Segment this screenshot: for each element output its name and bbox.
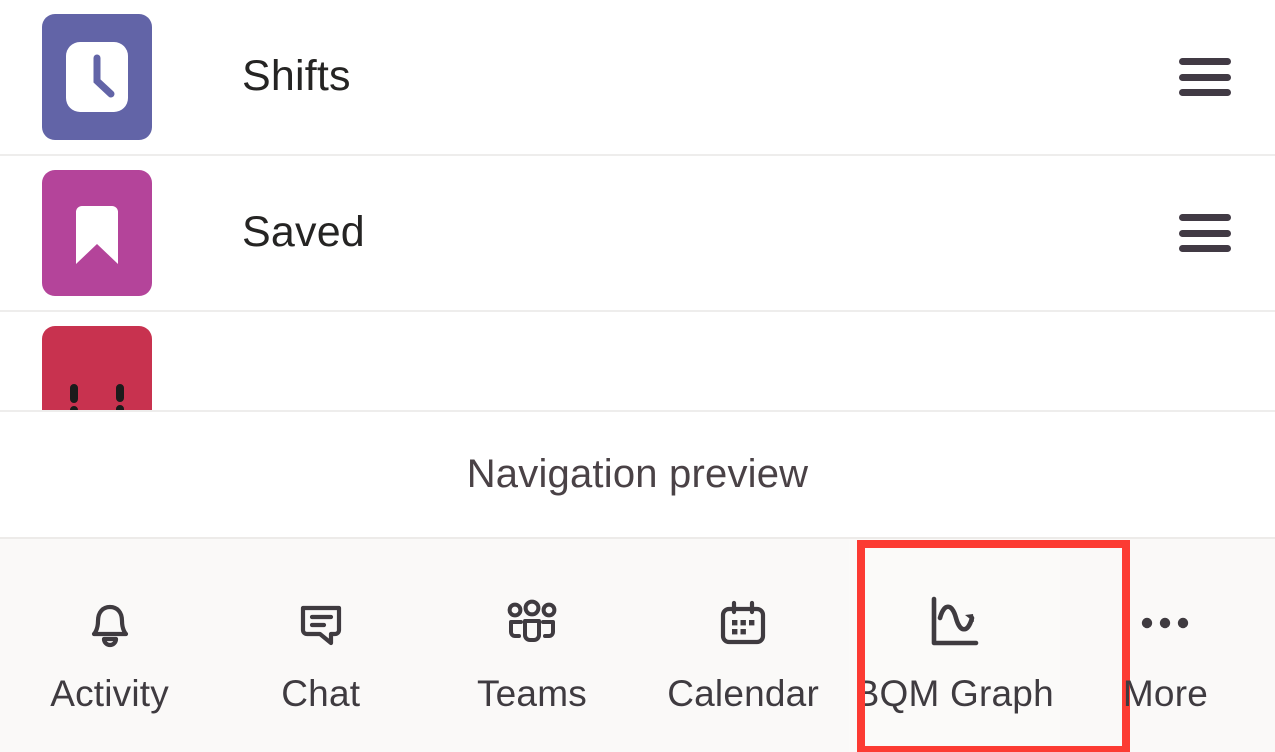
nav-tab-teams[interactable]: Teams <box>426 539 637 752</box>
nav-tab-activity[interactable]: Activity <box>4 539 215 752</box>
calendar-icon <box>707 587 779 659</box>
bookmark-icon <box>76 206 118 264</box>
line-chart-icon <box>918 587 990 659</box>
nav-tab-label: Teams <box>476 673 587 714</box>
people-icon <box>496 587 568 659</box>
list-item-shifts[interactable]: Shifts <box>0 0 1275 156</box>
list-item-saved[interactable]: Saved <box>0 156 1275 312</box>
navigation-editor-screen: Shifts Saved Navigation preview Activity… <box>0 0 1275 752</box>
bell-icon <box>74 587 146 659</box>
nav-tab-label: More <box>1122 673 1208 714</box>
saved-app-tile <box>42 170 152 296</box>
nav-tab-chat[interactable]: Chat <box>215 539 426 752</box>
navigation-preview-caption: Navigation preview <box>0 412 1275 537</box>
nav-tab-label: Activity <box>50 673 169 714</box>
nav-tab-label: Chat <box>281 673 361 714</box>
list-item-label: Saved <box>242 208 365 257</box>
shifts-app-tile <box>42 14 152 140</box>
dashed-rectangle-icon <box>70 384 124 410</box>
nav-tab-calendar[interactable]: Calendar <box>638 539 849 752</box>
nav-tab-more[interactable]: More <box>1060 539 1271 752</box>
app-reorder-list[interactable]: Shifts Saved <box>0 0 1275 412</box>
nav-tab-label: Calendar <box>667 673 819 714</box>
nav-tab-bqm-graph[interactable]: BQM Graph <box>848 539 1130 752</box>
list-item-label: Shifts <box>242 52 351 101</box>
bottom-navigation-bar[interactable]: Activity Chat Teams Calendar BQM Graph M… <box>0 537 1275 752</box>
nav-tab-label: BQM Graph <box>854 673 1054 714</box>
ellipsis-icon <box>1129 587 1201 659</box>
partial-app-tile <box>42 326 152 410</box>
drag-handle-icon[interactable] <box>1179 214 1231 252</box>
chat-bubble-icon <box>285 587 357 659</box>
clock-icon <box>66 42 128 112</box>
preview-caption-text: Navigation preview <box>466 452 809 496</box>
list-item-partial[interactable] <box>0 312 1275 412</box>
drag-handle-icon[interactable] <box>1179 58 1231 96</box>
